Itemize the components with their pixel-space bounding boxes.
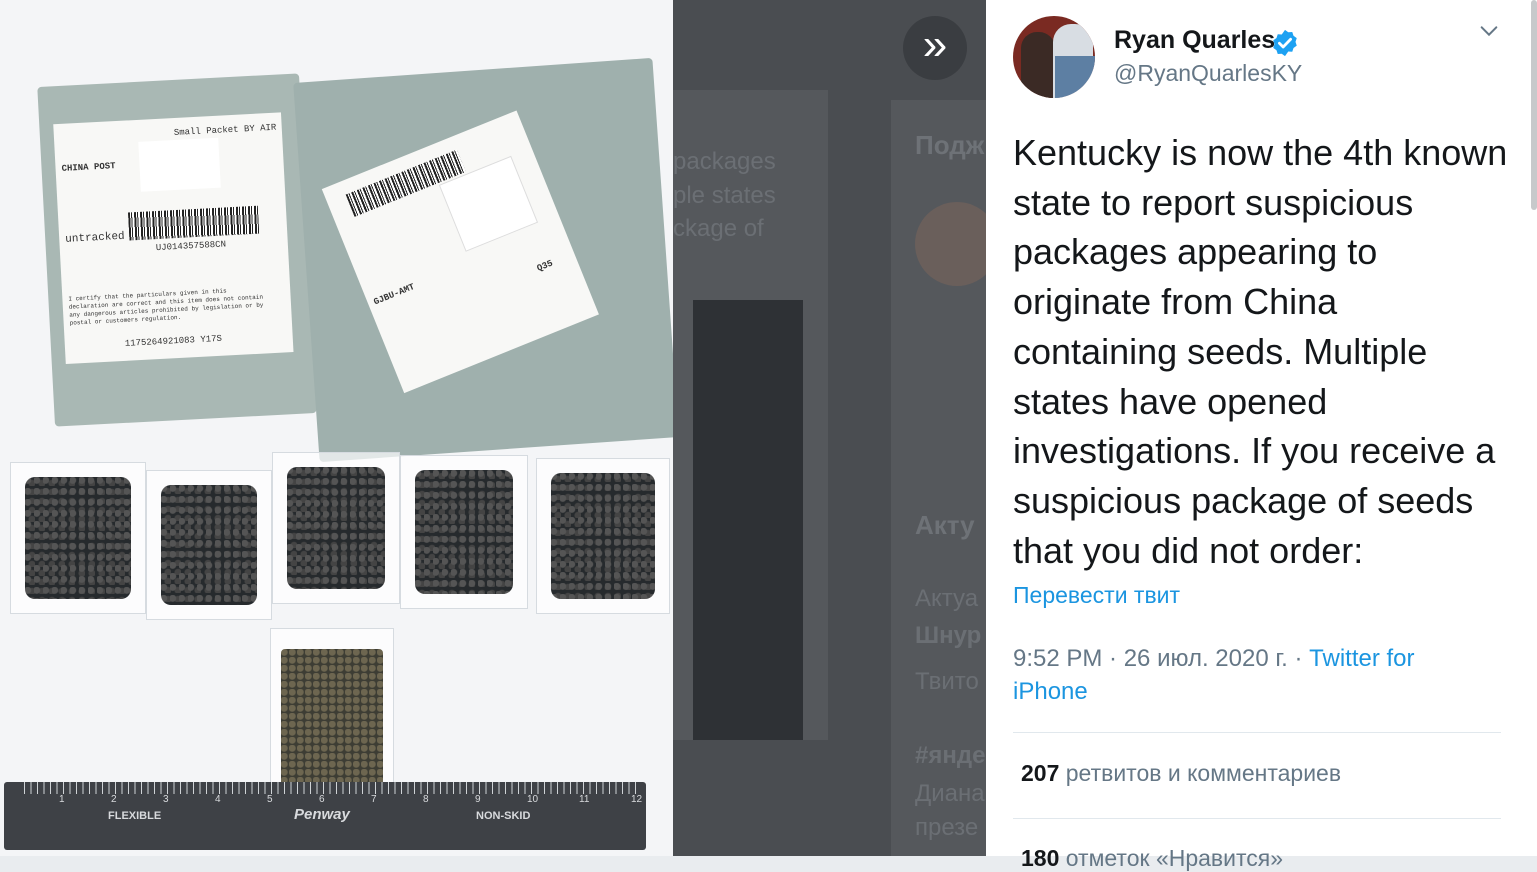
chevron-down-icon[interactable] <box>1474 20 1504 50</box>
background-overlay[interactable]: packages ple states ckage of Подж Акту А… <box>673 0 986 856</box>
ruler-inch-mark: 4 <box>215 794 221 805</box>
seed-packet <box>272 452 400 604</box>
avatar-person <box>1021 32 1055 98</box>
ruler-inch-mark: 3 <box>163 794 169 805</box>
ruler-inch-mark: 6 <box>319 794 325 805</box>
background-image <box>693 300 803 740</box>
background-text: презе <box>915 814 979 841</box>
tweet-text: Kentucky is now the 4th known state to r… <box>1013 132 1508 571</box>
collapse-panel-button[interactable]: » <box>903 16 967 80</box>
ruler-inch-mark: 1 <box>59 794 65 805</box>
background-text: Диана <box>915 780 985 807</box>
background-text: ckage of <box>673 215 764 242</box>
background-heading: Подж <box>915 130 985 160</box>
herb-seeds <box>281 649 383 789</box>
small-packet-text: Small Packet BY AIR <box>173 122 277 138</box>
seeds <box>161 485 257 605</box>
untracked-text: untracked <box>65 230 125 246</box>
avatar-shirt <box>1055 56 1095 98</box>
ruler-ticks <box>24 782 636 794</box>
divider <box>1013 732 1501 733</box>
tweet-timestamp[interactable]: 9:52 PM · 26 июл. 2020 г. · <box>1013 645 1309 672</box>
divider <box>1013 818 1501 819</box>
seeds <box>287 467 385 589</box>
retweets-label: ретвитов и комментариев <box>1065 760 1342 786</box>
retweets-count: 207 <box>1021 760 1060 786</box>
tweet-panel: Ryan Quarles @RyanQuarlesKY Kentucky is … <box>986 0 1537 871</box>
user-handle[interactable]: @RyanQuarlesKY <box>1114 60 1302 87</box>
seed-packet <box>536 458 670 614</box>
barcode <box>127 205 260 241</box>
label-code: GJBU-AMT <box>372 281 417 308</box>
seed-packet <box>400 455 528 609</box>
translate-tweet-link[interactable]: Перевести твит <box>1013 582 1180 609</box>
background-text: Твито <box>915 668 979 695</box>
background-text: Шнур <box>915 622 982 649</box>
envelope-right: GJBU-AMT Q35 <box>293 57 673 463</box>
ruler-inch-mark: 11 <box>579 794 590 805</box>
label-code: Q35 <box>535 258 555 274</box>
ruler: 1 2 3 4 5 6 7 8 9 10 11 12 FLEXIBLE Penway NON-SKID <box>4 782 646 850</box>
tweet-photo[interactable]: CHINA POST Small Packet BY AIR untracked… <box>0 0 673 856</box>
tweet-meta: 9:52 PM · 26 июл. 2020 г. · Twitter for … <box>1013 642 1483 708</box>
verified-badge-icon <box>1273 29 1297 57</box>
avatar[interactable] <box>1013 16 1095 98</box>
background-text: #янде <box>915 742 986 769</box>
redaction-box <box>138 137 221 192</box>
seeds <box>415 470 513 594</box>
likes-count: 180 <box>1021 845 1060 871</box>
shipping-label-left: CHINA POST Small Packet BY AIR untracked… <box>53 112 294 364</box>
ruler-inch-mark: 7 <box>371 794 377 805</box>
retweets-stat[interactable]: 207 ретвитов и комментариев <box>1021 760 1341 787</box>
display-name[interactable]: Ryan Quarles <box>1114 26 1275 55</box>
seeds <box>25 477 131 599</box>
background-text: packages <box>673 148 776 175</box>
ruler-left-word: FLEXIBLE <box>108 810 162 822</box>
background-text: ple states <box>673 182 776 209</box>
declaration-text: I certify that the particulars given in … <box>68 287 264 327</box>
ruler-inch-mark: 5 <box>267 794 273 805</box>
herb-packet <box>270 628 394 800</box>
ruler-inch-mark: 12 <box>631 794 643 805</box>
seed-packet <box>146 470 272 620</box>
label-code: 1175264921083 Y17S <box>124 333 223 349</box>
background-text: Актуа <box>915 585 979 612</box>
ruler-brand: Penway <box>294 806 350 823</box>
envelope-left: CHINA POST Small Packet BY AIR untracked… <box>37 73 317 427</box>
seeds <box>551 473 655 599</box>
tracking-number: UJ014357588CN <box>155 239 227 254</box>
ruler-inch-mark: 9 <box>475 794 481 805</box>
shipping-label-right: GJBU-AMT Q35 <box>321 110 599 394</box>
scrollbar[interactable] <box>1531 0 1537 210</box>
likes-label: отметок «Нравится» <box>1065 845 1284 871</box>
carrier-text: CHINA POST <box>61 161 116 174</box>
ruler-inch-mark: 10 <box>527 794 539 805</box>
likes-stat[interactable]: 180 отметок «Нравится» <box>1021 845 1283 872</box>
ruler-inch-mark: 8 <box>423 794 429 805</box>
seed-packet <box>10 462 146 614</box>
background-heading: Акту <box>915 510 975 540</box>
ruler-right-word: NON-SKID <box>476 810 531 822</box>
ruler-inch-mark: 2 <box>111 794 117 805</box>
